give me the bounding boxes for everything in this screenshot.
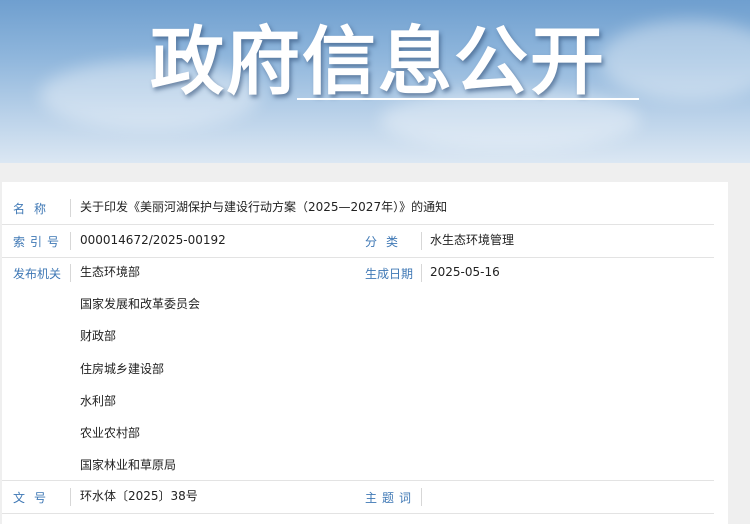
category-label: 分类 <box>365 235 408 249</box>
divider <box>421 488 422 506</box>
index-value: 000014672/2025-00192 <box>80 233 226 247</box>
topic-label: 主题词 <box>365 491 417 505</box>
date-label: 生成日期 <box>365 267 414 281</box>
issuer-item: 水利部 <box>80 394 117 408</box>
banner-underline <box>297 98 639 100</box>
docno-value: 环水体〔2025〕38号 <box>80 489 198 503</box>
index-label: 索引号 <box>13 235 65 249</box>
name-row: 名称 关于印发《美丽河湖保护与建设行动方案（2025—2027年）》的通知 <box>2 192 714 225</box>
index-row: 索引号 000014672/2025-00192 分类 水生态环境管理 <box>2 225 714 258</box>
issuer-row: 发布机关 生态环境部 国家发展和改革委员会 财政部 住房城乡建设部 水利部 农业… <box>2 258 714 481</box>
page-gutter <box>730 163 750 524</box>
document-info-card: 名称 关于印发《美丽河湖保护与建设行动方案（2025—2027年）》的通知 索引… <box>2 182 728 524</box>
banner: 政府信息公开 <box>0 0 750 163</box>
issuer-item: 住房城乡建设部 <box>80 362 165 376</box>
cloud-decoration <box>600 20 750 100</box>
name-label: 名称 <box>13 202 56 216</box>
date-value: 2025-05-16 <box>430 265 500 279</box>
issuer-item: 国家发展和改革委员会 <box>80 297 201 311</box>
document-title: 关于印发《美丽河湖保护与建设行动方案（2025—2027年）》的通知 <box>80 200 448 214</box>
issuer-label: 发布机关 <box>13 267 62 281</box>
issuer-item: 农业农村部 <box>80 426 141 440</box>
docno-label: 文号 <box>13 491 56 505</box>
category-value: 水生态环境管理 <box>430 233 515 247</box>
issuer-item: 国家林业和草原局 <box>80 458 177 472</box>
divider <box>421 232 422 250</box>
divider <box>70 488 71 506</box>
divider <box>70 232 71 250</box>
divider <box>70 199 71 217</box>
issuer-item: 生态环境部 <box>80 265 141 279</box>
issuer-item: 财政部 <box>80 329 117 343</box>
docno-row: 文号 环水体〔2025〕38号 主题词 <box>2 481 714 514</box>
banner-title: 政府信息公开 <box>150 19 606 105</box>
divider <box>70 264 71 282</box>
divider <box>421 264 422 282</box>
